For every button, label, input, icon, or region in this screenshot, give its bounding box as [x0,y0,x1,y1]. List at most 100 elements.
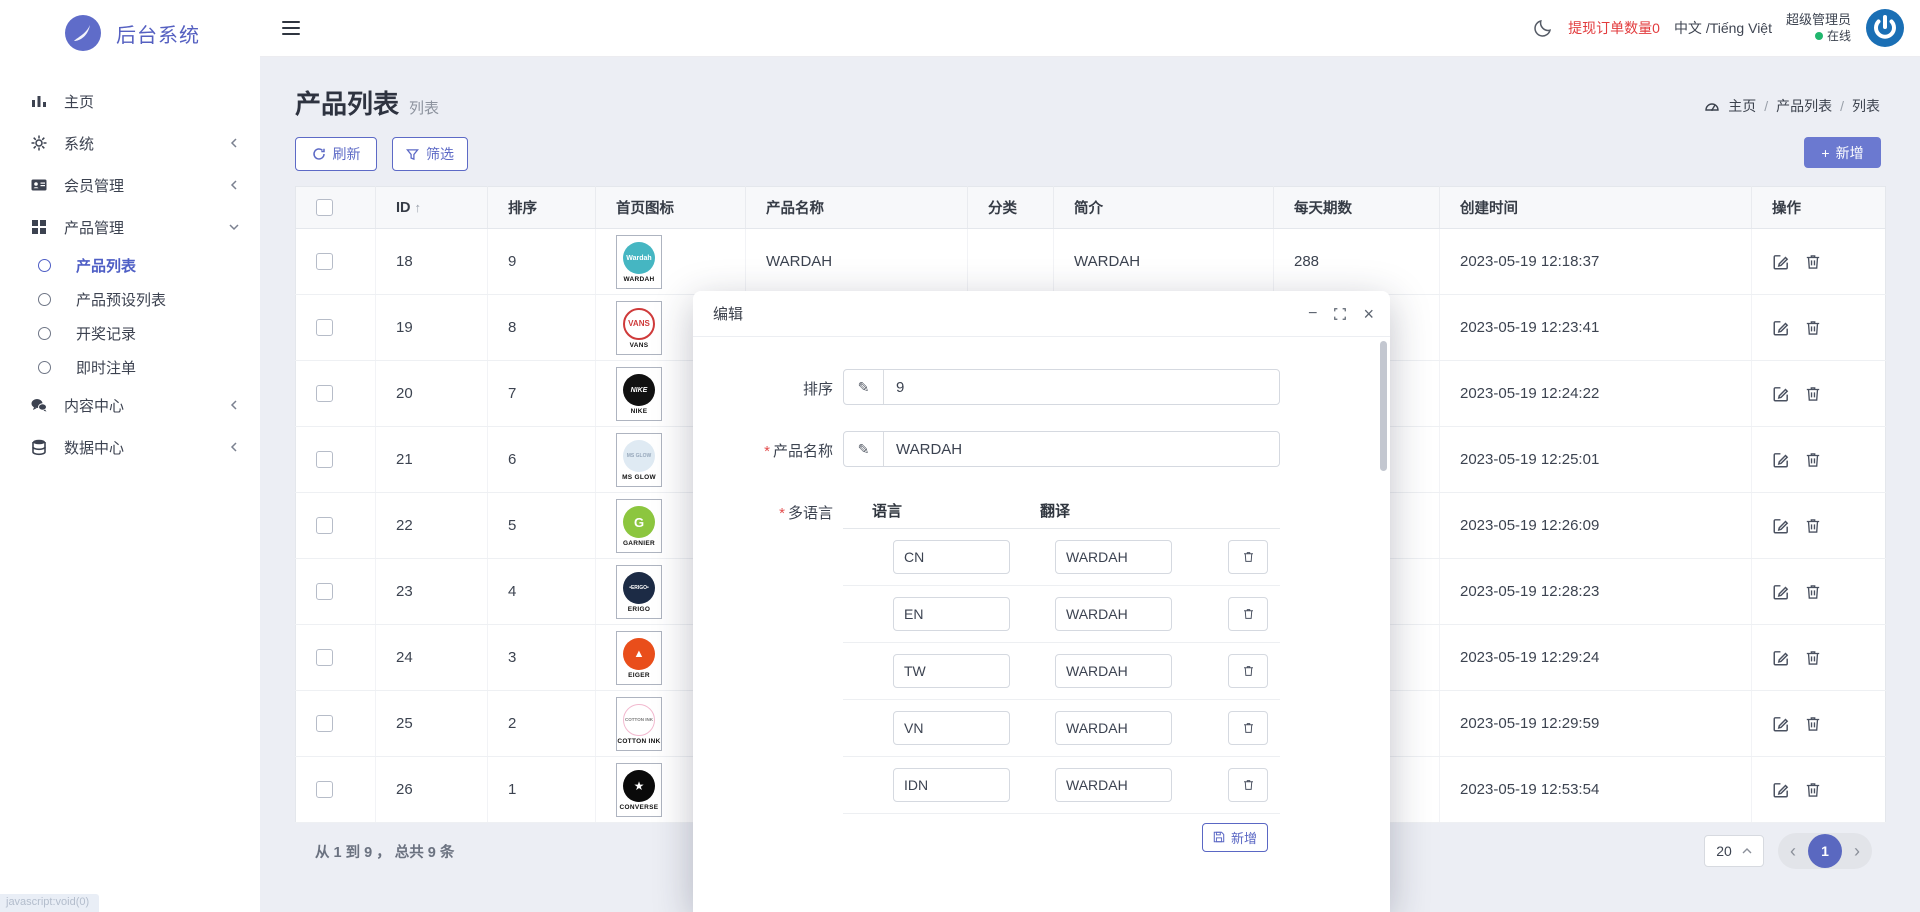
edit-icon[interactable] [1772,517,1790,535]
edit-icon[interactable] [1772,451,1790,469]
delete-icon[interactable] [1804,451,1822,469]
edit-icon[interactable] [1772,253,1790,271]
withdraw-order-count[interactable]: 提现订单数量0 [1568,18,1660,38]
delete-icon[interactable] [1804,649,1822,667]
prev-page-button[interactable]: ‹ [1788,842,1798,860]
sidebar-item-home[interactable]: 主页 [0,80,260,122]
maximize-icon[interactable] [1333,307,1347,321]
delete-icon[interactable] [1804,385,1822,403]
lang-translation-input[interactable] [1055,540,1172,574]
close-icon[interactable]: × [1363,305,1374,323]
sort-input[interactable] [884,370,1279,404]
delete-icon[interactable] [1804,253,1822,271]
filter-button[interactable]: 筛选 [392,137,468,171]
sidebar-item-system[interactable]: 系统 [0,122,260,164]
row-checkbox[interactable] [316,253,333,270]
delete-lang-button[interactable] [1228,654,1268,688]
next-page-button[interactable]: › [1852,842,1862,860]
product-name-input[interactable] [884,432,1279,466]
app-logo-row[interactable]: 后台系统 [0,0,260,62]
edit-icon[interactable] [1772,715,1790,733]
col-header-id[interactable]: ID↑ [376,187,488,229]
modal-scrollbar[interactable] [1380,341,1387,901]
sidebar-item-content-center[interactable]: 内容中心 [0,384,260,426]
brand-logo: ▲EIGER [616,631,662,685]
brand-logo: •ERIGO•ERIGO [616,565,662,619]
edit-modal: 编辑 − × 排序 ✎ *产品名称 ✎ *多语言 [693,291,1390,912]
dark-mode-icon[interactable] [1532,17,1554,39]
row-checkbox[interactable] [316,451,333,468]
brand-logo: MS GLOWMS GLOW [616,433,662,487]
lang-translation-input[interactable] [1055,597,1172,631]
language-switcher[interactable]: 中文 /Tiếng Việt [1674,18,1772,38]
delete-lang-button[interactable] [1228,768,1268,802]
id-card-icon [30,176,48,194]
edit-icon[interactable] [1772,583,1790,601]
funnel-icon [406,148,419,161]
sidebar-item-products[interactable]: 产品管理 [0,206,260,248]
sub-item-label: 即时注单 [76,357,136,378]
sidebar-item-product-preset-list[interactable]: 产品预设列表 [0,282,260,316]
scrollbar-thumb[interactable] [1380,341,1387,471]
sidebar-item-label: 会员管理 [64,175,228,196]
delete-lang-button[interactable] [1228,540,1268,574]
sidebar-item-data-center[interactable]: 数据中心 [0,426,260,468]
delete-lang-button[interactable] [1228,711,1268,745]
breadcrumb-product-list[interactable]: 产品列表 [1776,96,1832,116]
lang-translation-input[interactable] [1055,711,1172,745]
delete-icon[interactable] [1804,517,1822,535]
select-all-checkbox[interactable] [316,199,333,216]
breadcrumb-home[interactable]: 主页 [1728,96,1756,116]
lang-code-input[interactable] [893,597,1010,631]
row-checkbox[interactable] [316,319,333,336]
page-size-select[interactable]: 20 [1704,835,1764,867]
sidebar-item-product-list[interactable]: 产品列表 [0,248,260,282]
refresh-button[interactable]: 刷新 [295,137,377,171]
row-checkbox[interactable] [316,715,333,732]
delete-lang-button[interactable] [1228,597,1268,631]
delete-icon[interactable] [1804,781,1822,799]
edit-icon[interactable] [1772,385,1790,403]
chevron-left-icon [228,399,240,411]
sidebar-item-lottery-records[interactable]: 开奖记录 [0,316,260,350]
radio-circle-icon [38,259,51,272]
lang-code-input[interactable] [893,768,1010,802]
product-name-input-group: ✎ [843,431,1280,467]
add-button[interactable]: + 新增 [1804,137,1881,168]
row-checkbox[interactable] [316,781,333,798]
modal-header[interactable]: 编辑 − × [693,291,1390,337]
edit-icon[interactable] [1772,319,1790,337]
edit-icon[interactable] [1772,649,1790,667]
sidebar-item-label: 内容中心 [64,395,228,416]
sidebar-item-instant-orders[interactable]: 即时注单 [0,350,260,384]
product-name-field-label: *产品名称 [693,431,843,467]
edit-icon[interactable] [1772,781,1790,799]
current-page-button[interactable]: 1 [1808,834,1842,868]
row-checkbox[interactable] [316,649,333,666]
breadcrumb-list[interactable]: 列表 [1852,96,1880,116]
products-submenu: 产品列表 产品预设列表 开奖记录 即时注单 [0,248,260,384]
lang-code-input[interactable] [893,540,1010,574]
minimize-icon[interactable]: − [1308,306,1317,322]
add-lang-button[interactable]: 新增 [1202,823,1268,852]
table-header-row: ID↑ 排序 首页图标 产品名称 分类 简介 每天期数 创建时间 操作 [296,187,1886,229]
row-checkbox[interactable] [316,385,333,402]
delete-icon[interactable] [1804,583,1822,601]
chat-icon [30,396,48,414]
page-subtitle: 列表 [409,97,439,118]
trash-icon [1242,664,1255,678]
sidebar-item-members[interactable]: 会员管理 [0,164,260,206]
admin-info[interactable]: 超级管理员 在线 [1786,12,1851,43]
row-checkbox[interactable] [316,517,333,534]
sidebar-toggle-button[interactable] [282,17,300,39]
lang-translation-input[interactable] [1055,654,1172,688]
col-header-sort: 排序 [488,187,596,229]
delete-icon[interactable] [1804,715,1822,733]
avatar[interactable] [1865,8,1905,48]
row-checkbox[interactable] [316,583,333,600]
lang-code-input[interactable] [893,711,1010,745]
delete-icon[interactable] [1804,319,1822,337]
lang-translation-input[interactable] [1055,768,1172,802]
database-icon [30,438,48,456]
lang-code-input[interactable] [893,654,1010,688]
